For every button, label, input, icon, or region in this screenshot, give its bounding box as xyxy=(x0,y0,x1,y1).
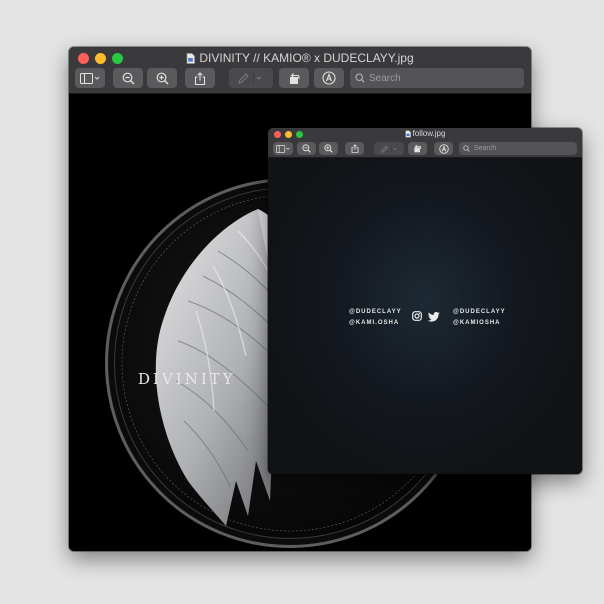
instagram-icon xyxy=(412,311,422,321)
document-icon xyxy=(404,130,411,138)
toolbar: Search xyxy=(268,142,582,155)
markup-toolbar-button[interactable] xyxy=(314,68,344,88)
search-placeholder: Search xyxy=(474,145,497,152)
pen-icon xyxy=(380,145,396,153)
twitter-icon xyxy=(428,312,440,322)
markup-pen-button[interactable] xyxy=(229,68,273,88)
title-bar[interactable]: DIVINITY // KAMIO® x DUDECLAYY.jpg Searc… xyxy=(69,47,531,94)
artwork-title: DIVINITY xyxy=(138,370,236,388)
share-icon xyxy=(194,71,206,85)
sidebar-icon xyxy=(276,144,290,153)
zoom-out-button[interactable] xyxy=(113,68,143,88)
markup-icon xyxy=(322,71,336,85)
search-placeholder: Search xyxy=(369,72,401,84)
zoom-in-icon xyxy=(324,144,333,153)
pen-icon xyxy=(238,73,262,84)
rotate-icon xyxy=(414,144,422,153)
window-title: follow.jpg xyxy=(268,129,582,138)
image-canvas: @DUDECLAYY @KAMI.OSHA @DUDECLAYY @KAMIOS… xyxy=(268,158,582,474)
handle-text: @KAMIOSHA xyxy=(453,320,501,326)
handles-left: @DUDECLAYY @KAMI.OSHA xyxy=(349,307,402,329)
rotate-button[interactable] xyxy=(408,142,427,155)
search-icon xyxy=(355,73,365,83)
zoom-in-button[interactable] xyxy=(147,68,177,88)
handle-text: @DUDECLAYY xyxy=(349,309,402,315)
sidebar-toggle-button[interactable] xyxy=(273,142,293,155)
markup-icon xyxy=(438,143,449,154)
sidebar-toggle-button[interactable] xyxy=(75,68,105,88)
share-icon xyxy=(351,144,358,153)
zoom-out-icon xyxy=(302,144,311,153)
markup-toolbar-button[interactable] xyxy=(434,142,453,155)
handle-text: @DUDECLAYY xyxy=(453,309,506,315)
window-title-text: DIVINITY // KAMIO® x DUDECLAYY.jpg xyxy=(199,51,414,65)
handles-right: @DUDECLAYY @KAMIOSHA xyxy=(453,307,506,329)
share-button[interactable] xyxy=(185,68,215,88)
handle-text: @KAMI.OSHA xyxy=(349,320,400,326)
zoom-in-icon xyxy=(156,72,168,84)
preview-window-follow: follow.jpg Search @DUDECLAYY @KAMI.OSHA … xyxy=(268,128,582,474)
zoom-out-button[interactable] xyxy=(297,142,316,155)
document-icon xyxy=(187,53,196,65)
rotate-icon xyxy=(289,72,300,84)
sidebar-icon xyxy=(80,72,100,84)
window-title: DIVINITY // KAMIO® x DUDECLAYY.jpg xyxy=(69,51,531,65)
search-field[interactable]: Search xyxy=(459,142,577,155)
zoom-in-button[interactable] xyxy=(319,142,338,155)
search-field[interactable]: Search xyxy=(350,68,524,88)
search-icon xyxy=(463,145,470,152)
toolbar: Search xyxy=(69,68,531,88)
share-button[interactable] xyxy=(345,142,364,155)
zoom-out-icon xyxy=(122,72,134,84)
markup-pen-button[interactable] xyxy=(374,142,404,155)
window-title-text: follow.jpg xyxy=(412,129,446,138)
rotate-button[interactable] xyxy=(279,68,309,88)
title-bar[interactable]: follow.jpg Search xyxy=(268,128,582,158)
